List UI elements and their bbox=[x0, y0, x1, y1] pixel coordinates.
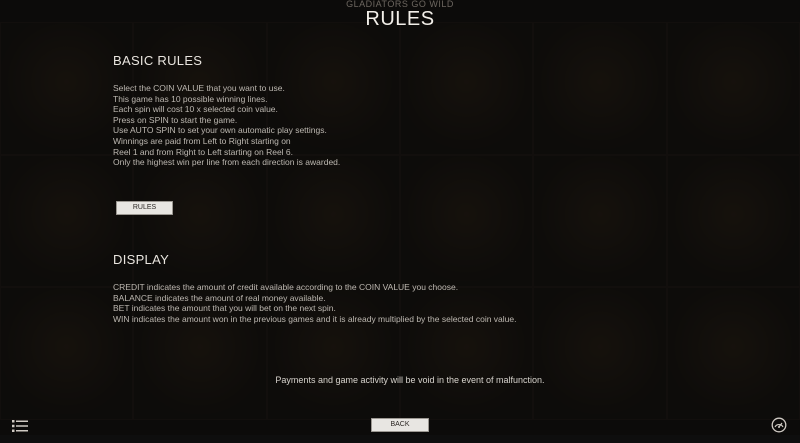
rules-button[interactable]: RULES bbox=[116, 201, 173, 215]
rules-line: Use AUTO SPIN to set your own automatic … bbox=[113, 125, 327, 136]
reel-symbol bbox=[399, 154, 534, 288]
rules-line: Each spin will cost 10 x selected coin v… bbox=[113, 104, 278, 115]
reel-symbol bbox=[533, 154, 667, 288]
malfunction-notice: Payments and game activity will be void … bbox=[275, 375, 545, 385]
back-button[interactable]: BACK bbox=[371, 418, 429, 432]
reel-symbol bbox=[666, 154, 800, 288]
reel-symbol bbox=[266, 154, 400, 288]
menu-list-icon[interactable] bbox=[12, 419, 28, 433]
display-line: CREDIT indicates the amount of credit av… bbox=[113, 282, 459, 292]
bottom-bar bbox=[0, 435, 800, 443]
reel-symbol bbox=[0, 154, 134, 288]
rules-line: This game has 10 possible winning lines. bbox=[113, 93, 268, 104]
reels-background bbox=[0, 22, 800, 420]
display-line: BET indicates the amount that you will b… bbox=[113, 303, 336, 314]
display-line: WIN indicates the amount won in the prev… bbox=[113, 313, 517, 324]
rules-line: Winnings are paid from Left to Right sta… bbox=[113, 135, 291, 146]
basic-rules-text: Select the COIN VALUE that you want to u… bbox=[113, 83, 713, 168]
rules-line: Reel 1 and from Right to Left starting o… bbox=[113, 146, 294, 157]
reel-symbol bbox=[133, 154, 267, 288]
display-text: CREDIT indicates the amount of credit av… bbox=[113, 282, 713, 324]
settings-gauge-icon[interactable] bbox=[771, 417, 787, 433]
rules-line: Select the COIN VALUE that you want to u… bbox=[113, 83, 285, 93]
rules-line: Press on SPIN to start the game. bbox=[113, 114, 238, 125]
page-title: RULES bbox=[365, 8, 435, 30]
display-heading: DISPLAY bbox=[113, 252, 170, 267]
display-line: BALANCE indicates the amount of real mon… bbox=[113, 292, 326, 303]
basic-rules-heading: BASIC RULES bbox=[113, 53, 203, 68]
rules-line: Only the highest win per line from each … bbox=[113, 157, 341, 168]
